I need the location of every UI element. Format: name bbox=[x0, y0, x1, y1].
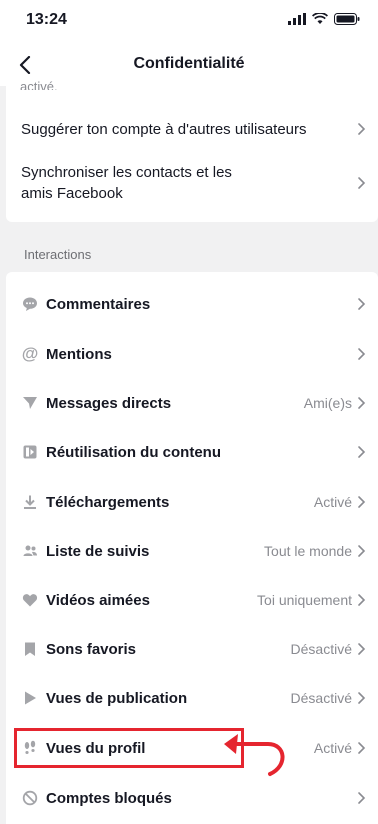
at-sign-icon: @ bbox=[21, 344, 39, 363]
download-icon bbox=[22, 494, 38, 510]
chevron-right-icon bbox=[358, 446, 366, 458]
chevron-right-icon bbox=[358, 123, 366, 135]
interaction-row-direct-messages[interactable]: Messages directs Ami(e)s bbox=[6, 383, 378, 423]
reuse-icon bbox=[22, 444, 38, 460]
row-value: Toi uniquement bbox=[257, 592, 352, 608]
status-bar: 13:24 bbox=[0, 0, 378, 44]
chevron-right-icon bbox=[358, 545, 366, 557]
interaction-row-comments[interactable]: Commentaires bbox=[6, 284, 378, 324]
wifi-icon bbox=[312, 13, 328, 24]
chevron-right-icon bbox=[358, 742, 366, 754]
highlight-box bbox=[14, 728, 244, 768]
row-label: Sons favoris bbox=[46, 640, 137, 658]
interaction-row-following-list[interactable]: Liste de suivis Tout le monde bbox=[6, 531, 378, 571]
battery-icon bbox=[334, 13, 360, 25]
chevron-right-icon bbox=[358, 177, 366, 189]
chevron-right-icon bbox=[358, 594, 366, 606]
row-label: Téléchargements bbox=[46, 493, 170, 511]
row-label: Messages directs bbox=[46, 394, 172, 412]
interaction-row-mentions[interactable]: @ Mentions bbox=[6, 334, 378, 374]
privacy-top-card: Suggérer ton compte à d'autres utilisate… bbox=[6, 86, 378, 222]
heart-icon bbox=[22, 592, 38, 608]
block-icon bbox=[22, 790, 38, 806]
people-icon bbox=[22, 543, 38, 559]
sync-contacts-label: Synchroniser les contacts et les amis Fa… bbox=[21, 164, 232, 202]
row-value: Ami(e)s bbox=[303, 395, 352, 411]
page-title: Confidentialité bbox=[133, 55, 245, 72]
section-label-interactions: Interactions bbox=[24, 247, 92, 262]
status-time: 13:24 bbox=[26, 11, 67, 28]
interaction-row-content-reuse[interactable]: Réutilisation du contenu bbox=[6, 432, 378, 472]
play-icon bbox=[22, 690, 38, 706]
status-icons bbox=[288, 13, 360, 25]
row-label: Réutilisation du contenu bbox=[46, 443, 221, 461]
chevron-right-icon bbox=[358, 348, 366, 360]
chevron-right-icon bbox=[358, 792, 366, 804]
chevron-right-icon bbox=[358, 298, 366, 310]
chevron-right-icon bbox=[358, 397, 366, 409]
interaction-row-downloads[interactable]: Téléchargements Activé bbox=[6, 482, 378, 522]
row-label: Comptes bloqués bbox=[46, 789, 172, 807]
row-value: Activé bbox=[313, 494, 352, 510]
sync-contacts-row[interactable]: Synchroniser les contacts et les amis Fa… bbox=[6, 158, 378, 208]
suggest-account-label: Suggérer ton compte à d'autres utilisate… bbox=[21, 120, 307, 138]
row-label: Mentions bbox=[46, 345, 112, 363]
row-label: Vues de publication bbox=[46, 689, 188, 707]
suggest-account-row[interactable]: Suggérer ton compte à d'autres utilisate… bbox=[6, 108, 378, 150]
chevron-right-icon bbox=[358, 692, 366, 704]
chevron-right-icon bbox=[358, 643, 366, 655]
interaction-row-blocked-accounts[interactable]: Comptes bloqués bbox=[6, 778, 378, 818]
bookmark-icon bbox=[22, 641, 38, 657]
row-value: Tout le monde bbox=[264, 543, 352, 559]
interaction-row-liked-videos[interactable]: Vidéos aimées Toi uniquement bbox=[6, 580, 378, 620]
send-icon bbox=[22, 395, 38, 411]
row-value: Activé bbox=[313, 740, 352, 756]
row-label: Liste de suivis bbox=[46, 542, 150, 560]
signal-icon bbox=[288, 13, 306, 25]
row-label: Vidéos aimées bbox=[46, 591, 150, 609]
row-value: Désactivé bbox=[290, 690, 352, 706]
interaction-row-favorite-sounds[interactable]: Sons favoris Désactivé bbox=[6, 629, 378, 669]
row-label: Commentaires bbox=[46, 295, 151, 313]
comment-icon bbox=[22, 296, 38, 312]
annotation-arrow-icon bbox=[224, 734, 285, 776]
truncated-text: activé. bbox=[20, 80, 58, 90]
chevron-right-icon bbox=[358, 496, 366, 508]
row-value: Désactivé bbox=[290, 641, 352, 657]
interaction-row-post-views[interactable]: Vues de publication Désactivé bbox=[6, 678, 378, 718]
